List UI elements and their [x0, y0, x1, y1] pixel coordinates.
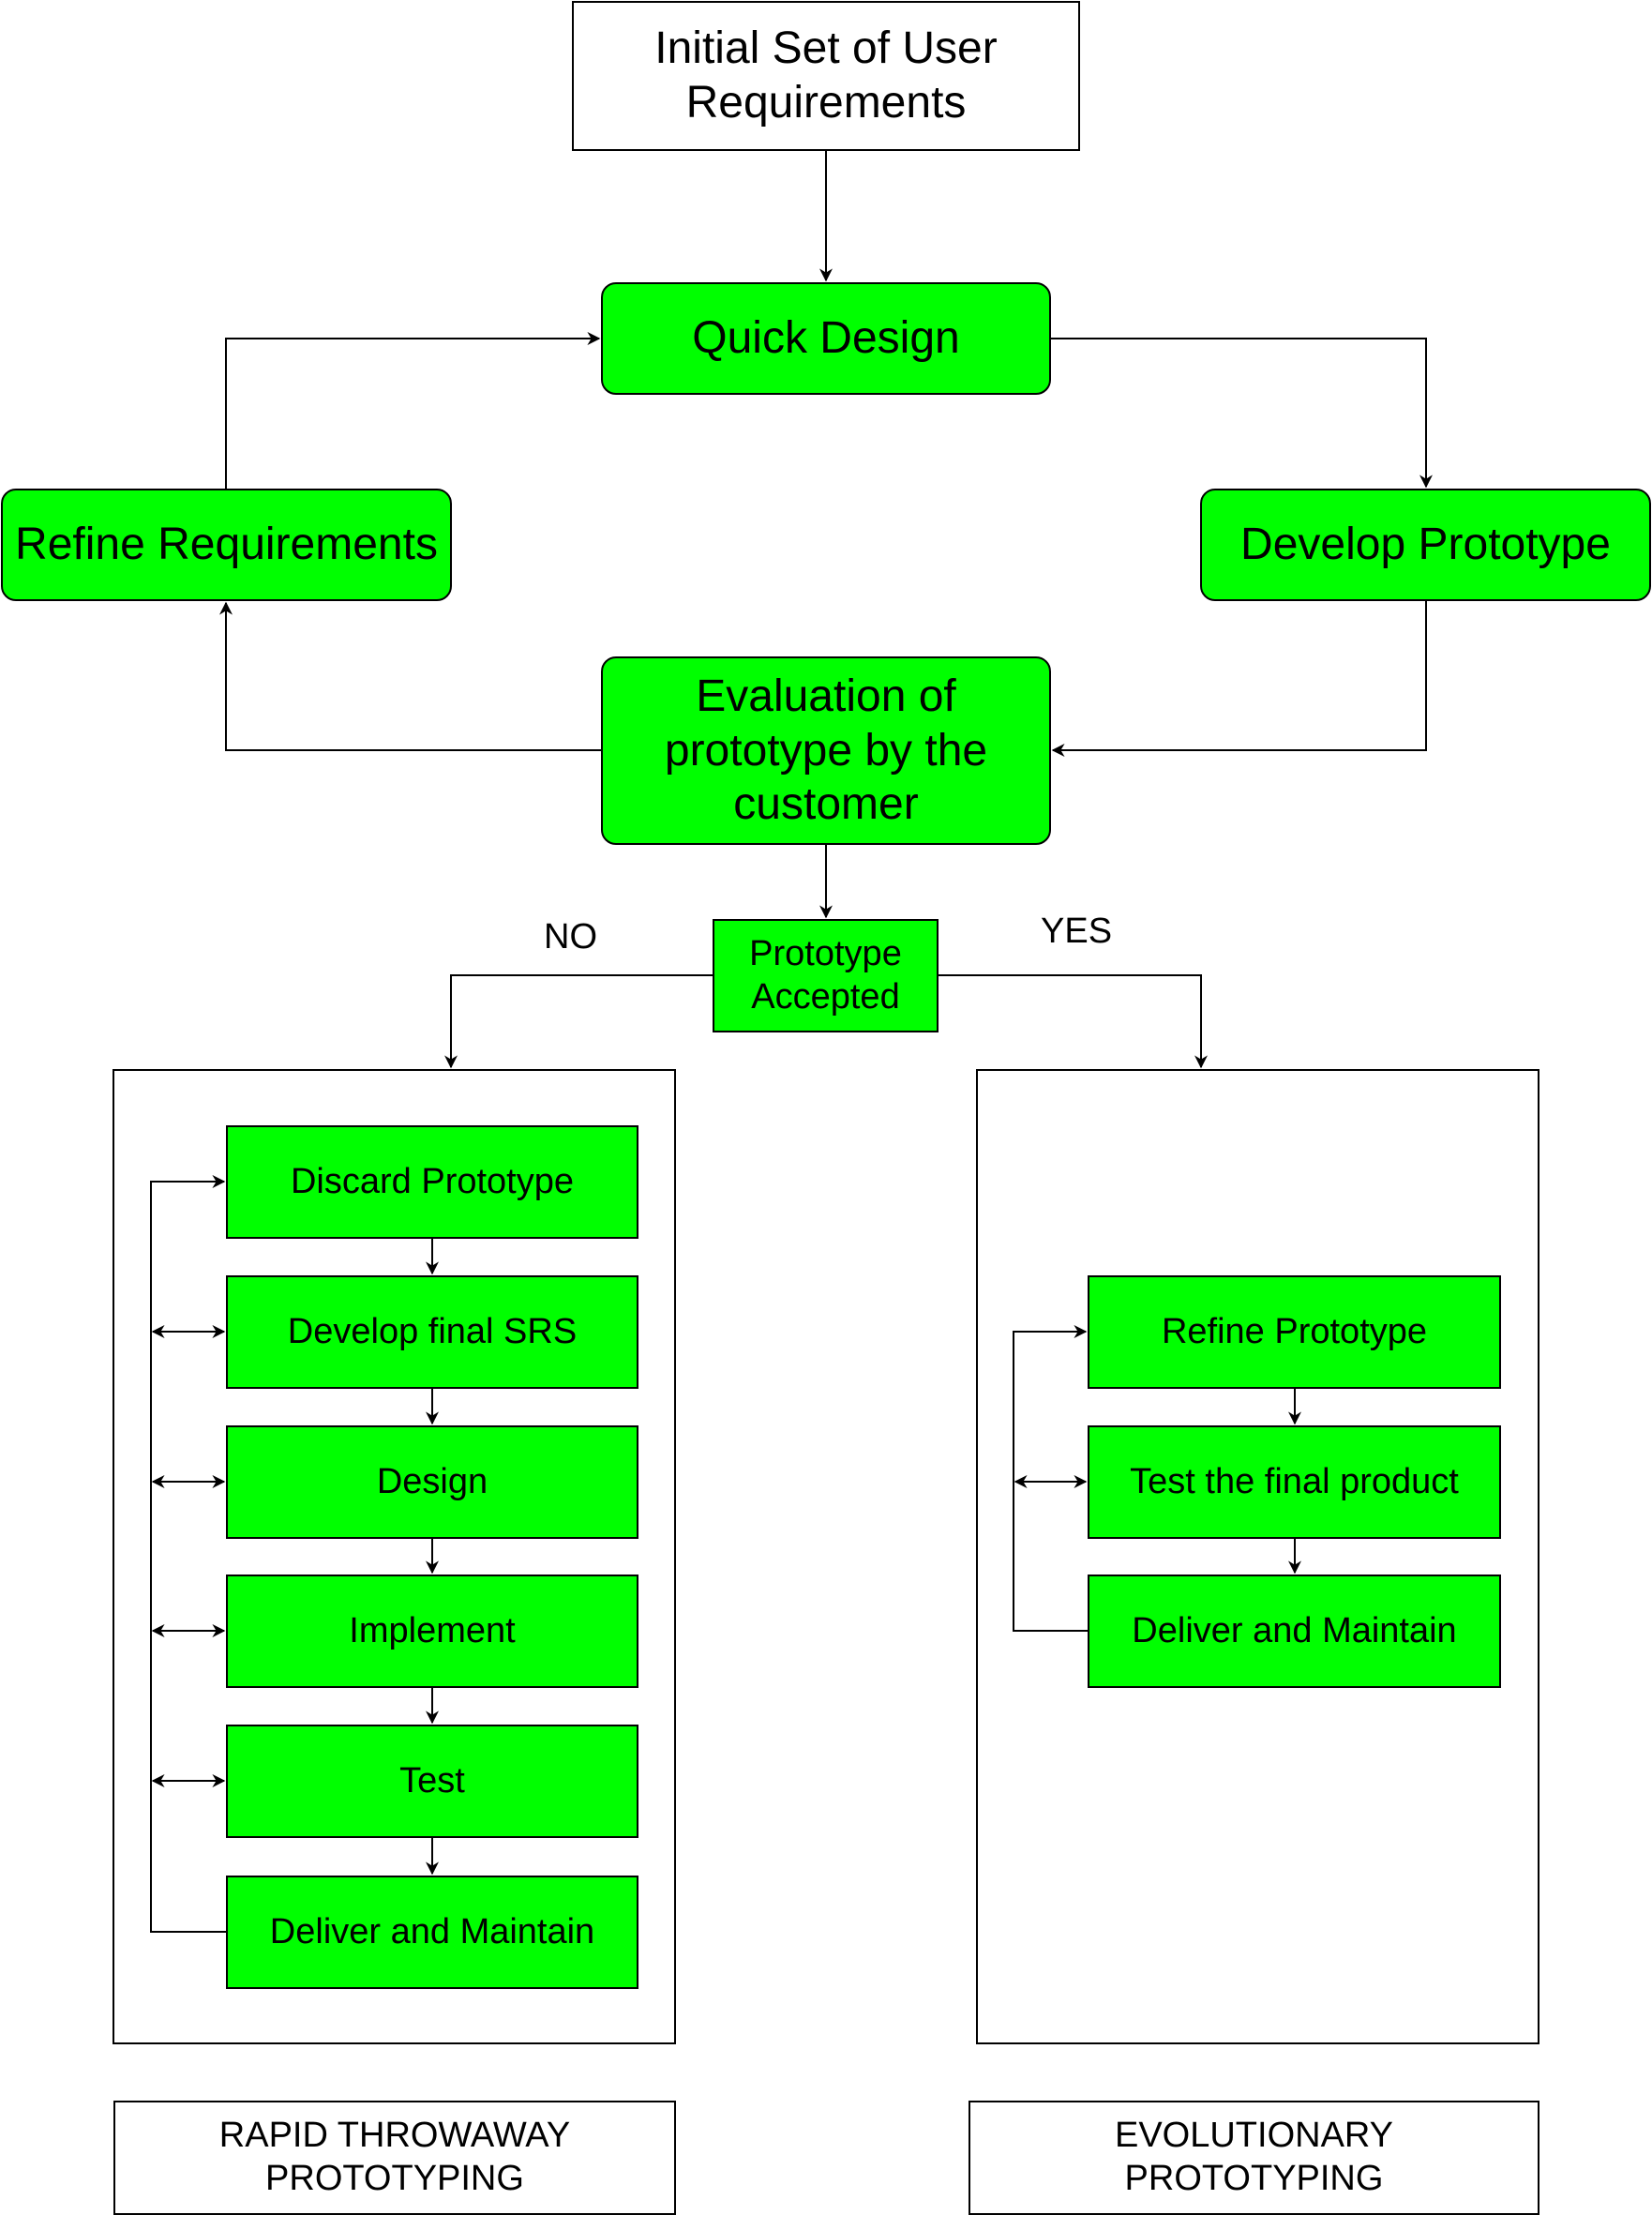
yes-branch-label: YES — [1041, 912, 1113, 951]
evolutionary-step: Deliver and Maintain — [1088, 1575, 1501, 1688]
throwaway-step: Deliver and Maintain — [226, 1876, 638, 1989]
evolutionary-title: EVOLUTIONARY PROTOTYPING — [969, 2101, 1539, 2215]
step-label: Test the final product — [1130, 1461, 1459, 1501]
arrow-develop-to-eval — [1051, 601, 1427, 757]
throwaway-step: Implement — [226, 1575, 638, 1688]
arrow-no-branch — [444, 974, 713, 1069]
step-label: Develop final SRS — [287, 1311, 578, 1351]
step-label: Deliver and Maintain — [269, 1911, 595, 1951]
step-label: Implement — [349, 1610, 516, 1650]
step-label: Refine Prototype — [1161, 1311, 1428, 1351]
step-label: Deliver and Maintain — [1132, 1610, 1457, 1650]
evolutionary-step: Refine Prototype — [1088, 1275, 1501, 1389]
throwaway-step: Test — [226, 1725, 638, 1838]
arrow-yes-branch — [939, 974, 1208, 1069]
throwaway-title: RAPID THROWAWAY PROTOTYPING — [113, 2101, 676, 2215]
no-branch-label: NO — [544, 917, 597, 957]
throwaway-step: Design — [226, 1425, 638, 1539]
initial-requirements-label: Initial Set of User Requirements — [654, 23, 998, 128]
throwaway-step: Discard Prototype — [226, 1125, 638, 1239]
loop-throwaway — [150, 1175, 226, 1933]
refine-requirements-label: Refine Requirements — [15, 520, 438, 570]
refine-requirements-node: Refine Requirements — [1, 489, 452, 601]
prototype-accepted-node: Prototype Accepted — [713, 919, 939, 1032]
quick-design-node: Quick Design — [601, 282, 1051, 395]
prototype-accepted-label: Prototype Accepted — [749, 933, 902, 1017]
throwaway-step: Develop final SRS — [226, 1275, 638, 1389]
evaluation-label: Evaluation of prototype by the customer — [664, 671, 988, 830]
evolutionary-title-label: EVOLUTIONARY PROTOTYPING — [1114, 2116, 1394, 2198]
evaluation-node: Evaluation of prototype by the customer — [601, 656, 1051, 845]
develop-prototype-node: Develop Prototype — [1200, 489, 1651, 601]
step-label: Test — [399, 1760, 465, 1801]
quick-design-label: Quick Design — [692, 313, 960, 364]
arrow-eval-to-refine — [219, 601, 601, 751]
arrow-refine-to-quick — [225, 332, 601, 489]
step-label: Design — [376, 1461, 488, 1501]
arrow-quick-to-develop — [1051, 338, 1433, 489]
initial-requirements-node: Initial Set of User Requirements — [572, 1, 1080, 151]
evolutionary-step: Test the final product — [1088, 1425, 1501, 1539]
step-label: Discard Prototype — [290, 1161, 574, 1201]
develop-prototype-label: Develop Prototype — [1240, 520, 1611, 570]
throwaway-title-label: RAPID THROWAWAY PROTOTYPING — [218, 2116, 571, 2198]
